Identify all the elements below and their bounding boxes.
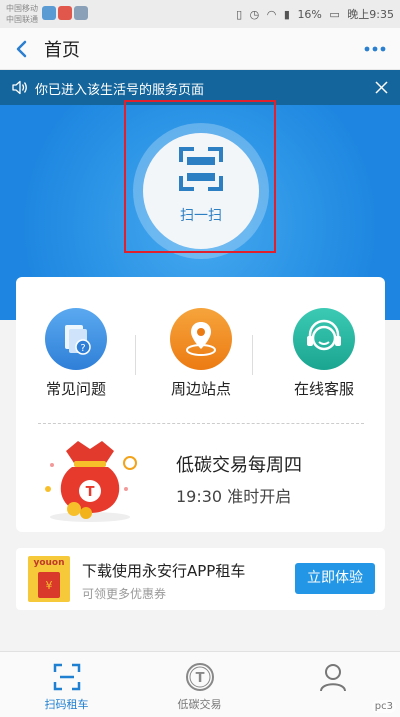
vibrate-icon: ▯: [236, 8, 243, 21]
tab-label: 扫码租车: [44, 698, 89, 711]
app-download-banner[interactable]: youon ¥ 下载使用永安行APP租车 可领更多优惠券 立即体验: [16, 548, 385, 610]
service-nearby-stations[interactable]: 周边站点: [146, 308, 256, 399]
faq-icon: ?: [45, 308, 107, 370]
service-faq[interactable]: ? 常见问题: [21, 308, 131, 399]
video-app-icon: [58, 6, 72, 20]
page-title: 首页: [44, 40, 80, 61]
highlight-annotation: [124, 100, 276, 253]
shield-app-icon: [74, 6, 88, 20]
banner-subtitle: 可领更多优惠券: [82, 587, 167, 601]
signal-icon: ▮: [283, 8, 290, 21]
wifi-icon: ◠: [266, 8, 277, 21]
carrier-1: 中国移动: [6, 4, 38, 13]
customer-service-icon: [293, 308, 355, 370]
service-label: 周边站点: [170, 380, 231, 398]
battery-icon: ▭: [329, 8, 340, 21]
notice-text: 你已进入该生活号的服务页面: [35, 83, 205, 98]
scan-icon: [53, 663, 80, 691]
money-bag-icon: T: [45, 441, 137, 522]
service-label: 在线客服: [293, 380, 354, 398]
divider: [252, 335, 253, 375]
carrier-info: 中国移动 中国联通: [6, 3, 38, 25]
status-bar: 中国移动 中国联通 ▯ ◷ ◠ ▮ 16% ▭ 晚上9:35: [0, 0, 400, 28]
clock: 晚上9:35: [347, 8, 394, 21]
carbon-trade-icon: T: [185, 663, 214, 691]
card-divider: [38, 423, 364, 424]
divider: [135, 335, 136, 375]
tab-carbon-trade[interactable]: T 低碳交易: [133, 652, 266, 717]
tab-label: 低碳交易: [177, 698, 222, 711]
service-card: ? 常见问题 周边站点 在线客服 T 低碳交易每周四 19:30 准时开启: [16, 277, 385, 532]
profile-icon: [319, 664, 346, 692]
more-menu-icon[interactable]: [364, 46, 386, 52]
red-packet-icon: ¥: [38, 572, 60, 598]
tab-bar: 扫码租车 T 低碳交易 pc3: [0, 651, 400, 717]
speaker-icon: [12, 80, 27, 95]
svg-text:¥: ¥: [46, 579, 53, 592]
service-online-support[interactable]: 在线客服: [269, 308, 379, 399]
alarm-icon: ◷: [249, 8, 260, 21]
close-icon[interactable]: [375, 81, 388, 94]
logo-text: youon: [33, 558, 65, 568]
tab-scan-rent[interactable]: 扫码租车: [0, 652, 133, 717]
location-icon: [170, 308, 232, 370]
nav-bar: 首页: [0, 28, 400, 70]
app-notification-icon: [42, 6, 56, 20]
svg-text:T: T: [86, 485, 95, 500]
carrier-2: 中国联通: [6, 15, 38, 24]
battery-percent: 16%: [297, 8, 322, 21]
carbon-trade-promo[interactable]: T 低碳交易每周四 19:30 准时开启: [32, 427, 372, 527]
watermark: pc3: [371, 700, 396, 713]
youon-logo: youon ¥: [28, 556, 70, 602]
svg-text:?: ?: [80, 343, 85, 354]
svg-text:T: T: [195, 671, 204, 686]
promo-subtitle: 19:30 准时开启: [176, 487, 292, 506]
back-arrow-icon[interactable]: [14, 39, 30, 59]
service-label: 常见问题: [45, 380, 106, 398]
promo-title: 低碳交易每周四: [176, 455, 302, 476]
try-now-button[interactable]: 立即体验: [295, 563, 375, 594]
status-indicators: ▯ ◷ ◠ ▮ 16% ▭ 晚上9:35: [232, 6, 394, 22]
banner-title: 下载使用永安行APP租车: [82, 562, 246, 580]
